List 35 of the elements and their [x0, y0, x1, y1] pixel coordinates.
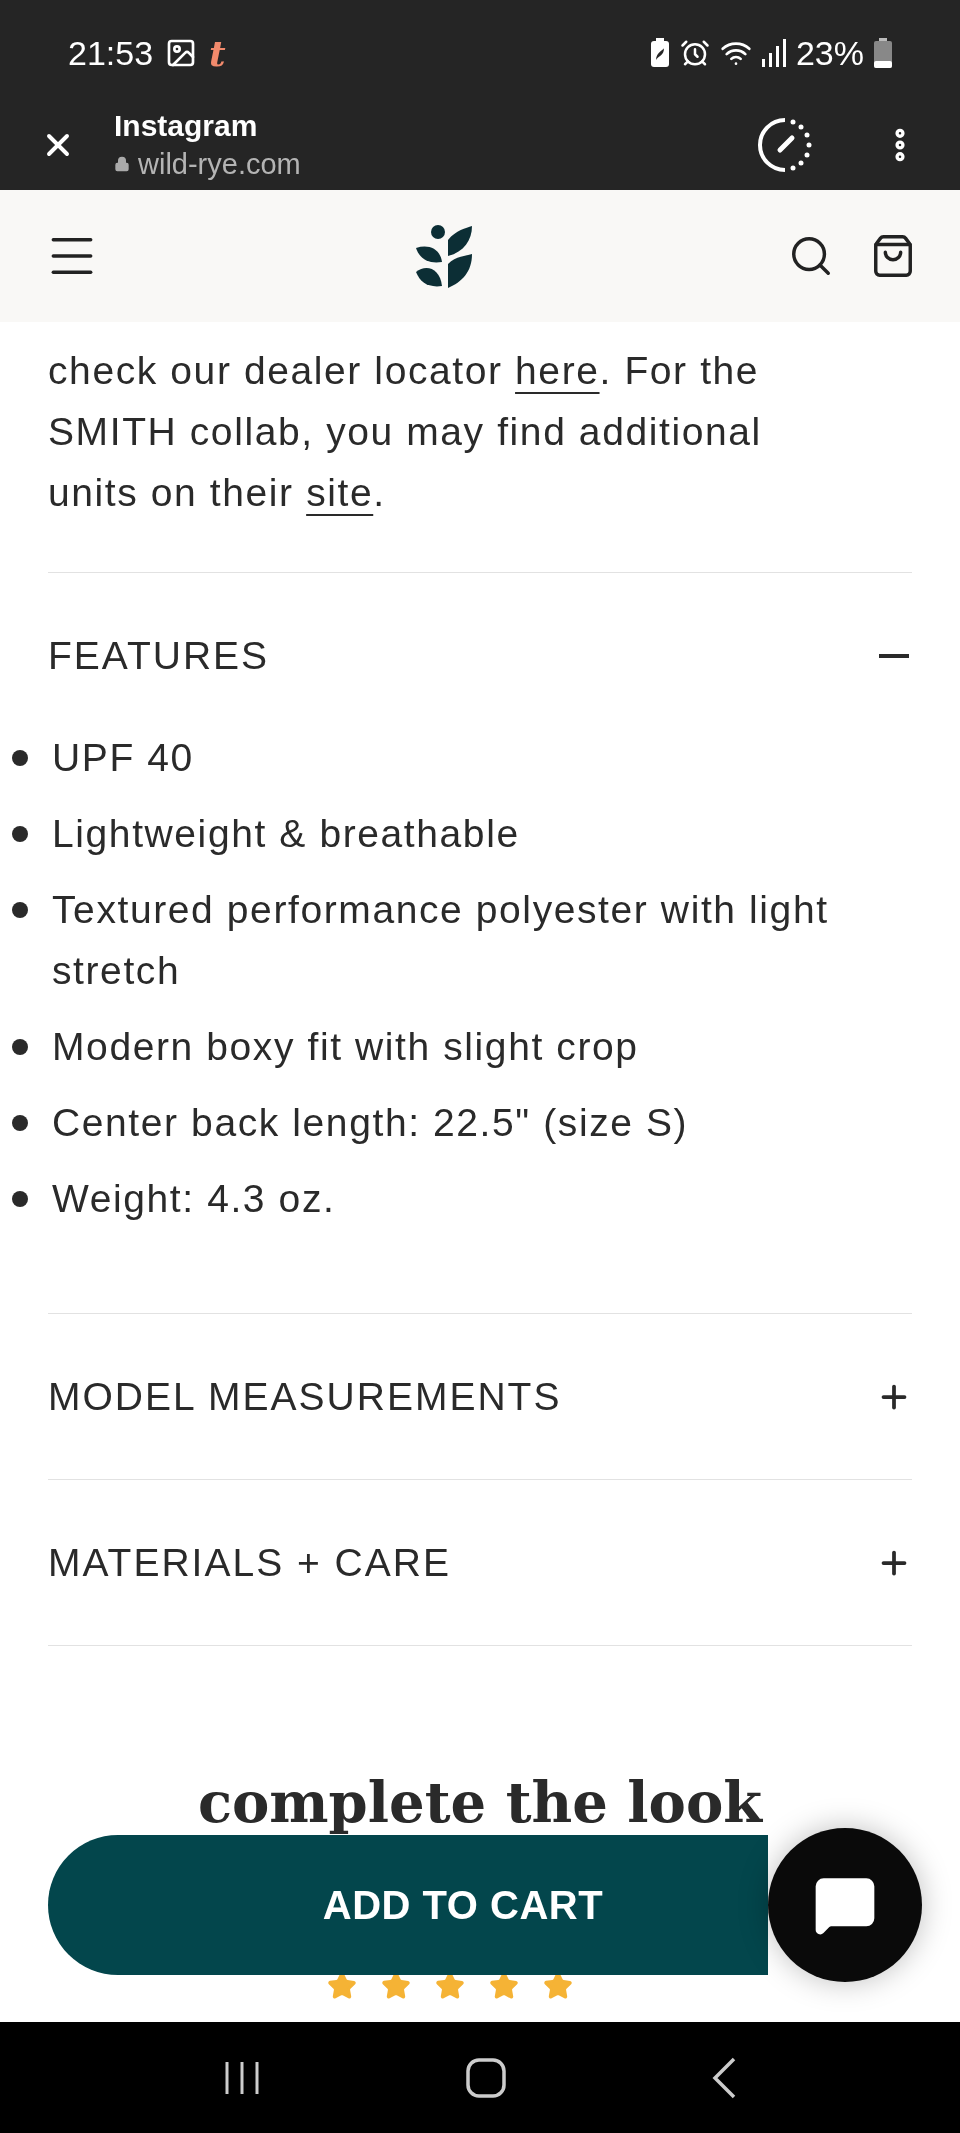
feature-item: Weight: 4.3 oz.	[52, 1176, 337, 1222]
bullet-icon	[12, 750, 28, 766]
lock-icon	[114, 156, 130, 172]
collapse-icon	[879, 654, 909, 658]
text-link[interactable]: site	[306, 471, 374, 514]
page-source-title: Instagram	[114, 108, 259, 144]
leaf-logo[interactable]	[416, 224, 472, 288]
text-link[interactable]: here	[515, 349, 600, 392]
accordion-header[interactable]: FEATURES	[48, 573, 912, 703]
accordion-header[interactable]: MATERIALS + CARE	[48, 1480, 912, 1645]
bullet-icon	[12, 1115, 28, 1131]
feature-item: Lightweight & breathable	[52, 811, 521, 857]
bullet-icon	[12, 1191, 28, 1207]
status-time: 21:53	[68, 32, 154, 74]
alarm-icon	[679, 38, 710, 68]
battery-saver-icon	[649, 38, 670, 68]
home-icon[interactable]	[466, 2057, 506, 2098]
battery-percent: 23%	[795, 32, 864, 74]
timer-icon[interactable]	[756, 116, 814, 174]
back-icon[interactable]	[711, 2056, 738, 2099]
notification-glyph: t	[209, 31, 226, 76]
signal-icon	[761, 39, 786, 67]
bullet-icon	[12, 826, 28, 842]
page-url: wild-rye.com	[138, 147, 301, 182]
dealer-paragraph: check our dealer locator here. For the SMITH collab, you may find additional units on their site.	[48, 348, 763, 516]
feature-item: UPF 40	[52, 735, 195, 781]
accordion-header[interactable]: MODEL MEASUREMENTS	[48, 1314, 912, 1479]
add-to-cart-button[interactable]: ADD TO CART	[48, 1835, 768, 1975]
bullet-icon	[12, 902, 28, 918]
feature-item: Textured performance polyester with light stretch	[52, 887, 830, 994]
section-heading: complete the look	[196, 1768, 764, 1837]
feature-item: Center back length: 22.5" (size S)	[52, 1100, 690, 1146]
bullet-icon	[12, 1039, 28, 1055]
battery-icon	[874, 38, 892, 68]
feature-item: Modern boxy fit with slight crop	[52, 1024, 640, 1070]
